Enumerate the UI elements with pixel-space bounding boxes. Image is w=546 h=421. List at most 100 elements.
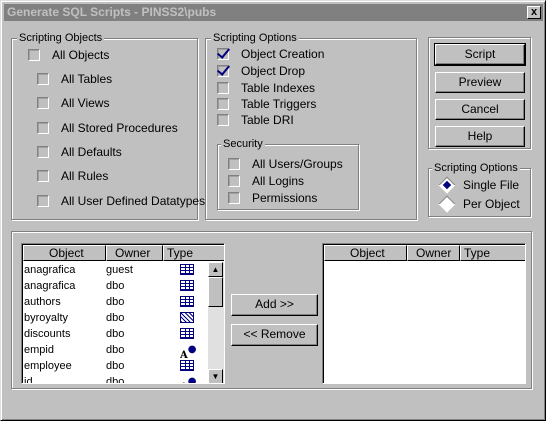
owner-column-header[interactable]: Owner xyxy=(106,245,163,261)
type-cell xyxy=(180,294,204,310)
object-column-header[interactable]: Object xyxy=(23,245,106,261)
all-tables-box[interactable] xyxy=(37,72,49,85)
table-indexes-checkbox[interactable]: Table Indexes xyxy=(217,80,315,95)
scroll-down-button[interactable]: ▼ xyxy=(208,369,223,383)
all-user-defined-datatypes-box[interactable] xyxy=(37,194,49,207)
all-views-box[interactable] xyxy=(37,96,49,109)
object-creation-checkbox[interactable]: Object Creation xyxy=(217,46,324,61)
object-drop-checkbox[interactable]: Object Drop xyxy=(217,63,305,78)
all-rules-label: All Rules xyxy=(61,168,109,183)
all-defaults-label: All Defaults xyxy=(61,144,122,159)
selected-object-column-header[interactable]: Object xyxy=(324,245,407,261)
object-name-cell: anagrafica xyxy=(24,264,76,276)
owner-cell: dbo xyxy=(106,376,125,384)
per-object-radio[interactable]: Per Object xyxy=(438,195,520,213)
action-buttons-panel: Script Preview Cancel Help xyxy=(428,37,531,149)
available-objects-list[interactable]: Object Owner Type anagrafica guest anagraf… xyxy=(21,243,225,384)
owner-cell: dbo xyxy=(106,344,125,356)
scripting-options-group: Scripting Options Object Creation Object… xyxy=(205,31,417,220)
all-logins-box[interactable] xyxy=(228,174,240,187)
file-options-group: Scripting Options Single File Per Object xyxy=(428,161,531,217)
type-cell xyxy=(180,262,204,278)
all-objects-checkbox[interactable]: All Objects xyxy=(28,47,109,62)
all-tables-label: All Tables xyxy=(61,71,113,86)
scroll-thumb[interactable] xyxy=(208,277,223,307)
single-file-radio-dot[interactable] xyxy=(438,176,456,194)
all-objects-label: All Objects xyxy=(52,47,110,62)
permissions-label: Permissions xyxy=(252,190,318,205)
owner-cell: guest xyxy=(106,264,133,276)
add-button[interactable]: Add >> xyxy=(231,294,318,316)
table-indexes-box[interactable] xyxy=(217,81,229,94)
all-users-groups-checkbox[interactable]: All Users/Groups xyxy=(228,156,343,171)
all-stored-procedures-box[interactable] xyxy=(37,121,49,134)
all-stored-procedures-label: All Stored Procedures xyxy=(61,120,178,135)
object-name-cell: id xyxy=(24,376,33,384)
all-views-checkbox[interactable]: All Views xyxy=(37,95,109,110)
cancel-button[interactable]: Cancel xyxy=(435,99,525,120)
table-row[interactable]: discounts dbo xyxy=(24,326,204,342)
selected-type-column-header[interactable]: Type xyxy=(460,245,525,261)
remove-button[interactable]: << Remove xyxy=(231,324,318,346)
type-cell xyxy=(180,278,204,294)
type-cell: A● xyxy=(180,374,204,384)
selected-objects-list[interactable]: Object Owner Type xyxy=(322,243,526,384)
permissions-box[interactable] xyxy=(228,191,240,204)
scripting-options-legend: Scripting Options xyxy=(211,31,299,45)
all-users-groups-box[interactable] xyxy=(228,157,240,170)
owner-cell: dbo xyxy=(106,280,125,292)
owner-cell: dbo xyxy=(106,360,125,372)
datatype-icon: A● xyxy=(180,376,197,384)
type-cell xyxy=(180,310,204,326)
all-user-defined-datatypes-checkbox[interactable]: All User Defined Datatypes xyxy=(37,193,205,208)
type-column-header[interactable]: Type xyxy=(163,245,224,261)
table-icon xyxy=(180,360,194,371)
object-name-cell: discounts xyxy=(24,328,71,340)
security-group: Security All Users/Groups All Logins Per… xyxy=(217,137,359,210)
table-dri-box[interactable] xyxy=(217,113,229,126)
single-file-radio[interactable]: Single File xyxy=(438,176,519,194)
selected-objects-header: Object Owner Type xyxy=(324,245,525,261)
all-defaults-checkbox[interactable]: All Defaults xyxy=(37,144,122,159)
all-rules-checkbox[interactable]: All Rules xyxy=(37,168,108,183)
help-button[interactable]: Help xyxy=(435,126,525,147)
owner-cell: dbo xyxy=(106,296,125,308)
table-row[interactable]: empid dbo A● xyxy=(24,342,204,358)
close-button[interactable]: x xyxy=(527,6,541,19)
table-triggers-checkbox[interactable]: Table Triggers xyxy=(217,96,316,111)
all-tables-checkbox[interactable]: All Tables xyxy=(37,71,112,86)
table-dri-checkbox[interactable]: Table DRI xyxy=(217,112,294,127)
table-icon xyxy=(180,264,194,275)
all-stored-procedures-checkbox[interactable]: All Stored Procedures xyxy=(37,120,178,135)
available-objects-header: Object Owner Type xyxy=(23,245,224,261)
table-row[interactable]: byroyalty dbo xyxy=(24,310,204,326)
all-rules-box[interactable] xyxy=(37,169,49,182)
table-row[interactable]: authors dbo xyxy=(24,294,204,310)
table-row[interactable]: anagrafica dbo xyxy=(24,278,204,294)
scroll-up-button[interactable]: ▲ xyxy=(208,262,223,277)
all-defaults-box[interactable] xyxy=(37,145,49,158)
available-objects-scrollbar[interactable]: ▲ ▼ xyxy=(208,262,224,383)
object-name-cell: authors xyxy=(24,296,61,308)
per-object-radio-dot[interactable] xyxy=(438,195,456,213)
view-icon xyxy=(180,312,194,323)
all-users-groups-label: All Users/Groups xyxy=(252,156,343,171)
security-legend: Security xyxy=(221,137,265,151)
table-row[interactable]: id dbo A● xyxy=(24,374,204,384)
table-row[interactable]: anagrafica guest xyxy=(24,262,204,278)
selected-owner-column-header[interactable]: Owner xyxy=(407,245,460,261)
preview-button[interactable]: Preview xyxy=(435,72,525,93)
permissions-checkbox[interactable]: Permissions xyxy=(228,190,317,205)
all-logins-checkbox[interactable]: All Logins xyxy=(228,173,304,188)
table-triggers-box[interactable] xyxy=(217,97,229,110)
all-objects-box[interactable] xyxy=(28,48,40,61)
object-creation-box[interactable] xyxy=(217,47,229,60)
all-user-defined-datatypes-label: All User Defined Datatypes xyxy=(61,193,206,208)
script-button[interactable]: Script xyxy=(434,43,526,66)
per-object-label: Per Object xyxy=(463,197,520,211)
table-row[interactable]: employee dbo xyxy=(24,358,204,374)
window-title: Generate SQL Scripts - PINSS2\pubs xyxy=(7,5,217,19)
object-drop-box[interactable] xyxy=(217,64,229,77)
object-name-cell: anagrafica xyxy=(24,280,76,292)
table-triggers-label: Table Triggers xyxy=(241,96,317,111)
